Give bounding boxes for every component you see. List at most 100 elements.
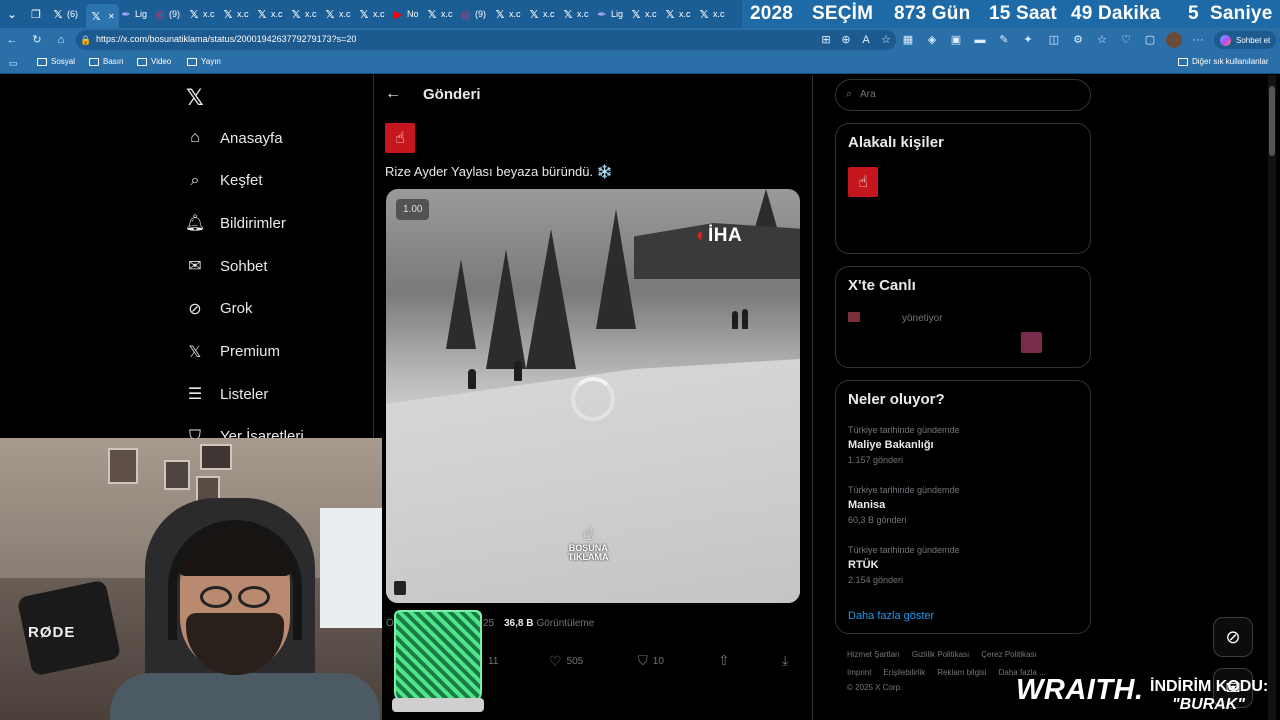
extensions-icon[interactable]: ✦: [1020, 32, 1036, 48]
zoom-icon[interactable]: ⊕: [838, 32, 854, 48]
video-player[interactable]: 1.00 ◐İHA ☝ BOŞUNA TIKLAMA: [386, 189, 800, 603]
grok-fab-icon[interactable]: ⊘: [1213, 617, 1253, 657]
trend-name[interactable]: RTÜK: [848, 559, 879, 571]
scrollbar[interactable]: [1268, 75, 1276, 720]
browser-tab[interactable]: ◎ (9): [154, 4, 180, 24]
browser-tab[interactable]: 𝕏x.c: [494, 4, 521, 24]
sidebar-item-anasayfa[interactable]: ⌂ Anasayfa: [186, 129, 282, 147]
sidebar-item-sohbet[interactable]: ✉ Sohbet: [186, 257, 267, 276]
footer-link[interactable]: Reklam bilgisi: [937, 668, 986, 677]
workspaces-icon[interactable]: ❐: [30, 4, 42, 24]
footer-link[interactable]: Gizlilik Politikası: [912, 650, 969, 659]
trend-post-count: 1.157 gönderi: [848, 455, 904, 465]
bookmark-button[interactable]: ⛉ 10: [638, 653, 664, 669]
browser-tab[interactable]: ◎ (9): [460, 4, 486, 24]
like-button[interactable]: ♡ 505: [549, 653, 583, 670]
trend-name[interactable]: Manisa: [848, 499, 885, 511]
tab-actions-chevron-icon[interactable]: ⌄: [6, 4, 18, 24]
browser-tab[interactable]: 𝕏x.c: [698, 4, 725, 24]
favorites-icon[interactable]: ☆: [1094, 32, 1110, 48]
browser-tab[interactable]: 𝕏 (6): [52, 4, 78, 24]
sidebar-item-grok[interactable]: ⊘ Grok: [186, 300, 252, 318]
back-icon[interactable]: ←: [4, 32, 20, 48]
author-avatar[interactable]: ☝: [385, 123, 415, 153]
collections-icon[interactable]: ▢: [1142, 32, 1158, 48]
sidebar-item-premium[interactable]: 𝕏 Premium: [186, 343, 280, 361]
x-logo-icon[interactable]: 𝕏: [186, 85, 204, 111]
browser-tab[interactable]: 𝕏x.c: [290, 4, 317, 24]
bookmark-sosyal[interactable]: Sosyal: [37, 57, 75, 66]
sidebar-item-keşfet[interactable]: ⌕ Keşfet: [186, 172, 263, 190]
show-more-link[interactable]: Daha fazla göster: [848, 610, 934, 622]
playback-speed-badge[interactable]: 1.00: [396, 199, 430, 220]
browser-tab[interactable]: 𝕏x.c: [528, 4, 555, 24]
host-avatar[interactable]: [848, 312, 860, 322]
youtube-icon: ▶: [393, 8, 403, 21]
browser-tab[interactable]: 𝕏x.c: [562, 4, 589, 24]
extension-4-icon[interactable]: ▬: [972, 32, 988, 48]
live-title: X'te Canlı: [848, 277, 916, 294]
search-input[interactable]: ⌕ Ara: [835, 79, 1091, 111]
sidebar-item-listeler[interactable]: ☰ Listeler: [186, 385, 269, 404]
scrollbar-thumb[interactable]: [1269, 86, 1275, 156]
related-title: Alakalı kişiler: [848, 134, 944, 151]
browser-tab[interactable]: ✒ Lig: [120, 4, 147, 24]
video-control-icon[interactable]: [394, 581, 406, 595]
footer-link[interactable]: Imprint: [847, 668, 871, 677]
promo-code-label: İNDİRİM KODU:: [1150, 678, 1269, 695]
live-subtitle: yönetiyor: [902, 313, 943, 324]
reply-count[interactable]: 11: [488, 656, 498, 667]
other-bookmarks[interactable]: Diğer sık kullanılanlar: [1178, 57, 1268, 66]
read-aloud-icon[interactable]: A: [858, 32, 874, 48]
x-logo-icon: 𝕏: [529, 8, 539, 21]
browser-tab[interactable]: 𝕏x.c: [426, 4, 453, 24]
footer-link[interactable]: Erişilebilirlik: [883, 668, 925, 677]
trend-post-count: 2.154 gönderi: [848, 575, 904, 585]
close-tab-icon[interactable]: ✕: [108, 12, 115, 21]
related-avatar[interactable]: ☝: [848, 167, 878, 197]
footer-link[interactable]: Hizmet Şartları: [847, 650, 900, 659]
bookmark-video[interactable]: Video: [137, 57, 171, 66]
browser-tab[interactable]: 𝕏 ✕: [86, 4, 119, 28]
extension-5-icon[interactable]: ✎: [996, 32, 1012, 48]
browser-tab[interactable]: 𝕏x.c: [188, 4, 215, 24]
address-bar[interactable]: 🔒 https://x.com/bosunatiklama/status/200…: [76, 30, 896, 50]
extension-3-icon[interactable]: ▣: [948, 32, 964, 48]
browser-tab[interactable]: ✒ Lig: [596, 4, 623, 24]
live-thumbnail[interactable]: [1021, 332, 1042, 353]
copilot-chat-button[interactable]: Sohbet et: [1214, 31, 1277, 49]
extension-2-icon[interactable]: ◈: [924, 32, 940, 48]
trend-name[interactable]: Maliye Bakanlığı: [848, 439, 934, 451]
extension-1-icon[interactable]: ▦: [900, 32, 916, 48]
more-menu-icon[interactable]: ···: [1190, 32, 1206, 48]
profile-avatar[interactable]: [1166, 32, 1182, 48]
sidebar-toggle-icon[interactable]: ▭: [5, 55, 21, 71]
favorite-star-icon[interactable]: ☆: [878, 32, 894, 48]
bucket-base: [392, 698, 484, 712]
related-people-card: Alakalı kişiler ☝: [835, 123, 1091, 254]
footer-link[interactable]: Çerez Politikası: [981, 650, 1037, 659]
page-title: Gönderi: [423, 85, 481, 103]
bookmark-yayin[interactable]: Yayın: [187, 57, 221, 66]
back-arrow-icon[interactable]: ←: [385, 85, 401, 103]
heart-icon[interactable]: ♡: [1118, 32, 1134, 48]
browser-tab[interactable]: 𝕏x.c: [358, 4, 385, 24]
app-available-icon[interactable]: ⊞: [818, 32, 834, 48]
browser-tab[interactable]: 𝕏x.c: [222, 4, 249, 24]
browser-tab[interactable]: 𝕏x.c: [664, 4, 691, 24]
browser-tab[interactable]: 𝕏x.c: [324, 4, 351, 24]
sidebar-item-bildirimler[interactable]: 🔔︎ Bildirimler: [185, 214, 286, 233]
browser-tab[interactable]: 𝕏x.c: [256, 4, 283, 24]
x-logo-icon: 𝕏: [359, 8, 369, 21]
browser-tab[interactable]: ▶ No: [392, 4, 419, 24]
url-text[interactable]: https://x.com/bosunatiklama/status/20001…: [96, 34, 356, 44]
download-icon[interactable]: ⤓: [782, 652, 788, 669]
home-icon[interactable]: ⌂: [53, 32, 69, 48]
lock-icon[interactable]: 🔒: [78, 32, 94, 48]
settings-icon[interactable]: ⚙: [1070, 32, 1086, 48]
bookmark-basin[interactable]: Basın: [89, 57, 123, 66]
split-screen-icon[interactable]: ◫: [1046, 32, 1062, 48]
browser-tab[interactable]: 𝕏x.c: [630, 4, 657, 24]
reload-icon[interactable]: ↻: [29, 32, 45, 48]
share-icon[interactable]: ⇧: [718, 652, 730, 669]
